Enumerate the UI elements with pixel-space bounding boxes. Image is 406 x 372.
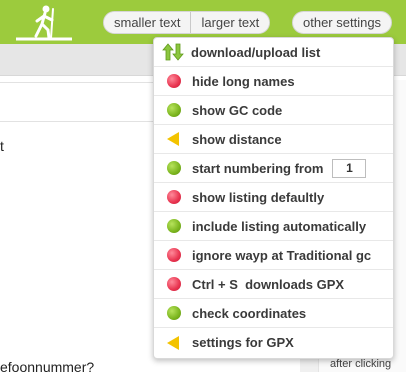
menu-item-label: Ctrl + S downloads GPX (192, 276, 345, 292)
menu-item-show-listing-defaultly[interactable]: show listing defaultly (154, 183, 393, 212)
menu-item-hide-long-names[interactable]: hide long names (154, 67, 393, 96)
red-dot-icon (167, 74, 181, 88)
red-dot-icon (167, 190, 181, 204)
smaller-text-button[interactable]: smaller text (104, 12, 191, 33)
yellow-arrow-icon (167, 335, 179, 350)
menu-item-include-listing[interactable]: include listing automatically (154, 212, 393, 241)
yellow-arrow-icon (167, 132, 179, 146)
larger-text-button[interactable]: larger text (190, 12, 270, 33)
menu-item-label: download/upload list (191, 44, 321, 60)
menu-item-show-gc-code[interactable]: show GC code (154, 96, 393, 125)
content-text-fragment: t (0, 138, 4, 154)
start-number-input[interactable]: 1 (332, 158, 367, 178)
text-size-toggle: smaller text larger text (103, 11, 271, 34)
menu-item-show-distance[interactable]: show distance (154, 125, 393, 154)
other-settings-menu: download/upload list hide long names sho… (153, 37, 394, 359)
menu-item-label: include listing automatically (192, 218, 367, 234)
green-dot-icon (167, 161, 181, 175)
green-dot-icon (167, 219, 181, 233)
menu-item-label: show GC code (192, 102, 283, 118)
green-dot-icon (167, 103, 181, 117)
green-dot-icon (167, 306, 181, 320)
menu-item-label: start numbering from (192, 160, 324, 176)
red-dot-icon (167, 277, 181, 291)
content-question-fragment: efoonnummer? (0, 359, 95, 372)
menu-item-label: settings for GPX (192, 335, 294, 350)
menu-item-download-upload[interactable]: download/upload list (154, 38, 393, 67)
menu-item-ignore-wayp[interactable]: ignore wayp at Traditional gc (154, 241, 393, 270)
menu-item-label: hide long names (192, 73, 295, 89)
menu-item-settings-gpx[interactable]: settings for GPX (154, 328, 393, 357)
side-panel-text: after clicking (330, 358, 392, 370)
other-settings-button[interactable]: other settings (292, 11, 393, 34)
menu-item-label: show listing defaultly (192, 189, 325, 205)
red-dot-icon (167, 248, 181, 262)
menu-item-start-numbering[interactable]: start numbering from 1 (154, 154, 393, 183)
menu-item-check-coordinates[interactable]: check coordinates (154, 299, 393, 328)
hiker-icon[interactable] (16, 3, 72, 41)
up-down-arrows-icon (162, 43, 184, 61)
menu-item-label: ignore wayp at Traditional gc (192, 247, 372, 263)
menu-item-ctrl-s-gpx[interactable]: Ctrl + S downloads GPX (154, 270, 393, 299)
menu-item-label: show distance (192, 131, 282, 147)
menu-item-label: check coordinates (192, 305, 307, 321)
